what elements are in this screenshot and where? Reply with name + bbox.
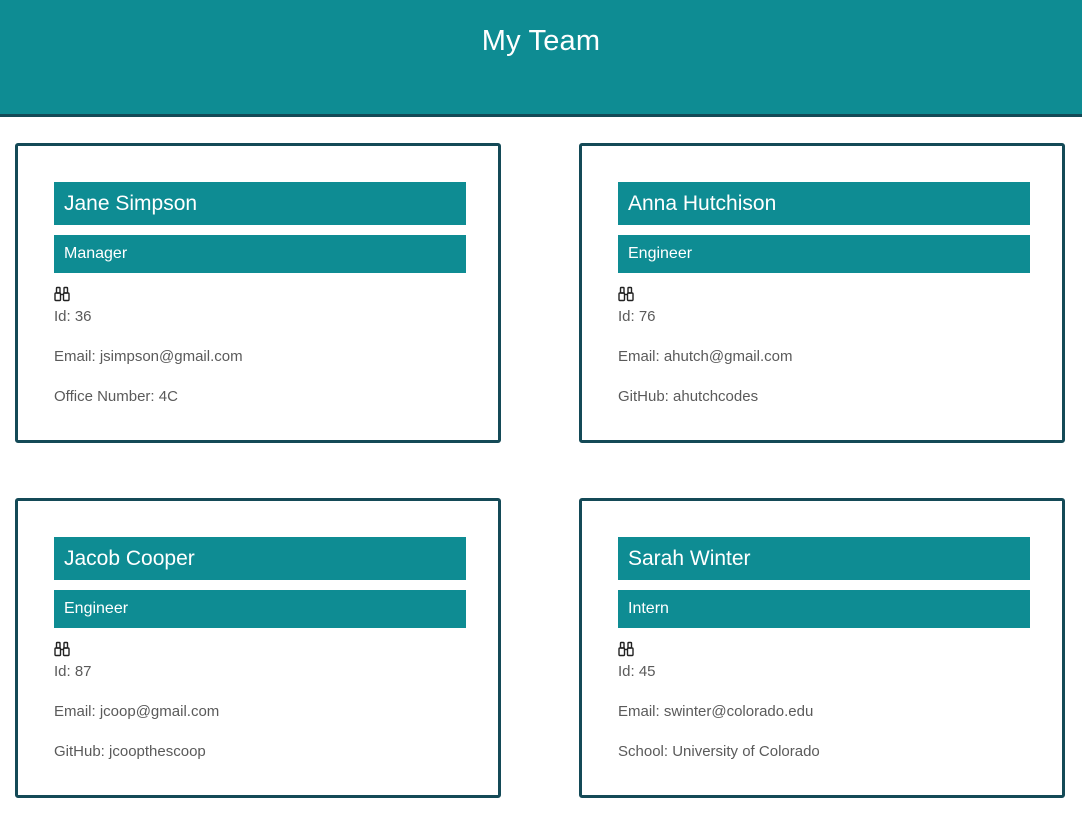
employee-card: Sarah Winter Intern Id: 45 Email: swinte… xyxy=(579,498,1065,798)
employee-email[interactable]: Email: jsimpson@gmail.com xyxy=(54,348,243,365)
page-header: My Team xyxy=(0,0,1082,117)
binoculars-icon xyxy=(618,286,634,302)
employee-id: Id: 87 xyxy=(54,663,92,680)
binoculars-icon xyxy=(54,286,70,302)
employee-github[interactable]: GitHub: jcoopthescoop xyxy=(54,743,206,760)
binoculars-icon xyxy=(618,641,634,657)
employee-office-number: Office Number: 4C xyxy=(54,388,178,405)
page-title: My Team xyxy=(481,25,601,57)
employee-email[interactable]: Email: jcoop@gmail.com xyxy=(54,703,219,720)
employee-id: Id: 45 xyxy=(618,663,656,680)
employee-name: Anna Hutchison xyxy=(618,182,1030,225)
employee-role: Engineer xyxy=(618,235,1030,273)
employee-role: Intern xyxy=(618,590,1030,628)
employee-id: Id: 36 xyxy=(54,308,92,325)
employee-role: Engineer xyxy=(54,590,466,628)
employee-github[interactable]: GitHub: ahutchcodes xyxy=(618,388,758,405)
employee-card: Jacob Cooper Engineer Id: 87 Email: jcoo… xyxy=(15,498,501,798)
employee-email[interactable]: Email: ahutch@gmail.com xyxy=(618,348,792,365)
employee-school: School: University of Colorado xyxy=(618,743,820,760)
employee-role: Manager xyxy=(54,235,466,273)
employee-email[interactable]: Email: swinter@colorado.edu xyxy=(618,703,813,720)
employee-id: Id: 76 xyxy=(618,308,656,325)
employee-name: Jane Simpson xyxy=(54,182,466,225)
binoculars-icon xyxy=(54,641,70,657)
employee-card: Jane Simpson Manager Id: 36 Email: jsimp… xyxy=(15,143,501,443)
employee-name: Jacob Cooper xyxy=(54,537,466,580)
employee-name: Sarah Winter xyxy=(618,537,1030,580)
employee-card: Anna Hutchison Engineer Id: 76 Email: ah… xyxy=(579,143,1065,443)
